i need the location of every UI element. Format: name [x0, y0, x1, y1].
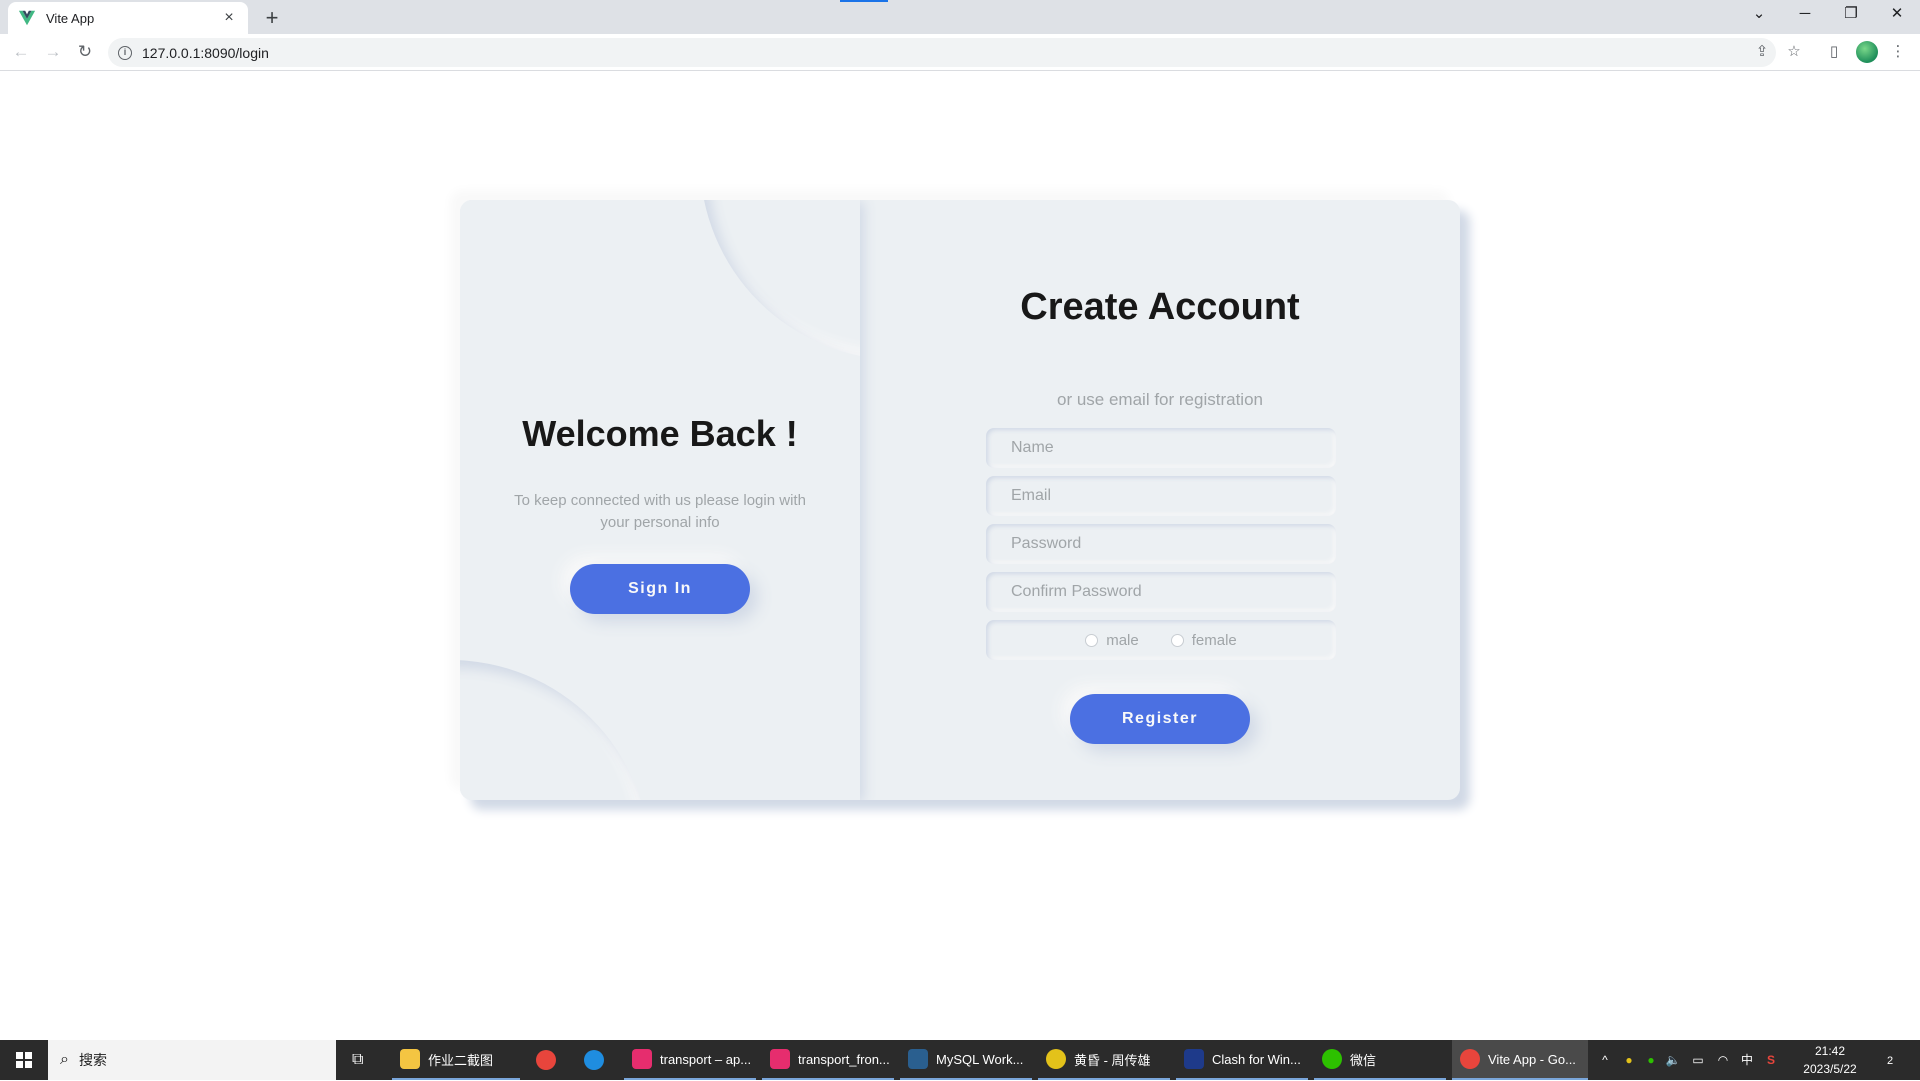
register-form: Create Account or use email for registra… [860, 200, 1460, 800]
form-subtitle: or use email for registration [1057, 390, 1263, 409]
search-placeholder: 搜索 [78, 1052, 107, 1068]
back-button[interactable]: ← [8, 39, 34, 65]
clock-date: 2023/5/22 [1803, 1062, 1857, 1076]
chrome-icon [536, 1050, 556, 1070]
browser-tab[interactable]: Vite App × [8, 2, 248, 34]
taskbar-search[interactable]: ⌕ 搜索 [48, 1040, 336, 1080]
taskbar-app-label: 作业二截图 [428, 1052, 494, 1068]
tray-music-icon[interactable]: ● [1618, 1040, 1640, 1080]
taskbar-app-label: MySQL Work... [936, 1051, 1024, 1067]
sign-in-button[interactable]: Sign In [570, 564, 750, 614]
tab-title: Vite App [46, 10, 95, 26]
windows-icon [16, 1052, 32, 1068]
browser-tab-bar: Vite App × + ⌄ ─ ❐ ✕ [0, 0, 1920, 34]
taskbar-app-label: transport_fron... [798, 1051, 890, 1067]
notification-count: 2 [1886, 1055, 1894, 1067]
mysql-workbench-icon [908, 1049, 928, 1069]
tray-wechat-icon[interactable]: ● [1640, 1040, 1662, 1080]
sogou-ime-icon[interactable]: S [1760, 1040, 1782, 1080]
taskbar-app-wechat[interactable]: 微信 [1314, 1040, 1446, 1080]
taskbar-app-clash[interactable]: Clash for Win... [1176, 1040, 1308, 1080]
register-button[interactable]: Register [1070, 694, 1250, 744]
clock-time: 21:42 [1814, 1044, 1846, 1058]
vite-icon [18, 10, 36, 26]
gender-option-male[interactable]: male [1085, 632, 1139, 649]
ime-indicator[interactable]: 中 [1736, 1040, 1758, 1080]
new-tab-button[interactable]: + [258, 4, 286, 32]
intellij-icon [632, 1049, 652, 1069]
taskbar-app-vite-chrome[interactable]: Vite App - Go... [1452, 1040, 1588, 1080]
taskbar-app-label: 黄昏 - 周传雄 [1074, 1052, 1151, 1068]
site-info-icon[interactable]: i [118, 45, 132, 60]
taskbar: ⌕ 搜索 ⧉ 作业二截图 transport – ap... transport… [0, 1040, 1920, 1080]
notification-center-icon[interactable]: 2 [1868, 1040, 1912, 1080]
gender-option-female[interactable]: female [1170, 631, 1237, 649]
taskbar-app-label: Clash for Win... [1212, 1051, 1301, 1067]
email-input[interactable] [986, 476, 1336, 516]
bookmark-star-icon[interactable]: ☆ [1784, 42, 1804, 62]
taskbar-app-label: Vite App - Go... [1488, 1051, 1576, 1067]
search-icon: ⌕ [60, 1051, 69, 1068]
male-radio[interactable] [1085, 633, 1099, 647]
edge-icon [584, 1050, 604, 1070]
taskbar-app-edge[interactable] [576, 1040, 616, 1080]
minimize-button[interactable]: ─ [1782, 0, 1828, 30]
confirm-password-input[interactable] [986, 572, 1336, 612]
profile-avatar[interactable] [1856, 41, 1878, 63]
taskbar-app-label: 微信 [1350, 1052, 1377, 1068]
taskbar-app-label: transport – ap... [660, 1051, 752, 1067]
welcome-title: Welcome Back ! [522, 413, 798, 454]
name-input[interactable] [986, 428, 1336, 468]
password-input[interactable] [986, 524, 1336, 564]
female-radio[interactable] [1170, 633, 1184, 647]
gender-selector: male female [986, 620, 1336, 660]
battery-icon[interactable]: ▭ [1686, 1040, 1710, 1080]
form-title: Create Account [1020, 286, 1300, 328]
forward-button[interactable]: → [40, 39, 66, 65]
auth-card: Welcome Back ! To keep connected with us… [460, 200, 1460, 800]
address-bar[interactable]: i 127.0.0.1:8090/login [108, 38, 1776, 67]
decorative-circle-top [700, 200, 860, 360]
close-window-button[interactable]: ✕ [1874, 0, 1920, 30]
browser-toolbar: ← → ↻ i 127.0.0.1:8090/login ⇪ ☆ ▯ ⋮ [0, 34, 1920, 71]
chrome-icon [1460, 1049, 1480, 1069]
tab-search-icon[interactable]: ⌄ [1736, 0, 1782, 30]
start-button[interactable] [0, 1040, 48, 1080]
reload-button[interactable]: ↻ [72, 39, 98, 65]
taskbar-app-explorer[interactable]: 作业二截图 [392, 1040, 520, 1080]
female-label: female [1191, 631, 1237, 649]
decorative-circle-bottom [460, 660, 650, 800]
task-view-icon[interactable]: ⧉ [344, 1040, 376, 1080]
music-player-icon [1046, 1049, 1066, 1069]
tab-close-icon[interactable]: × [220, 9, 238, 27]
volume-icon[interactable]: 🔈 [1662, 1040, 1684, 1080]
system-clock[interactable]: 21:42 2023/5/22 [1792, 1042, 1868, 1078]
male-label: male [1106, 631, 1139, 649]
restore-button[interactable]: ❐ [1828, 0, 1874, 30]
url-text: 127.0.0.1:8090/login [142, 44, 269, 61]
folder-icon [400, 1049, 420, 1069]
welcome-panel: Welcome Back ! To keep connected with us… [460, 200, 860, 800]
wechat-icon [1322, 1049, 1342, 1069]
taskbar-app-mysql[interactable]: MySQL Work... [900, 1040, 1032, 1080]
network-icon[interactable]: ◠ [1712, 1040, 1734, 1080]
taskbar-app-music[interactable]: 黄昏 - 周传雄 [1038, 1040, 1170, 1080]
browser-menu-icon[interactable]: ⋮ [1888, 42, 1908, 62]
welcome-description: To keep connected with us please login w… [514, 492, 806, 531]
loading-indicator [840, 0, 888, 2]
clash-icon [1184, 1049, 1204, 1069]
intellij-icon [770, 1049, 790, 1069]
tray-overflow-icon[interactable]: ^ [1594, 1040, 1616, 1080]
taskbar-app-intellij-1[interactable]: transport – ap... [624, 1040, 756, 1080]
side-panel-icon[interactable]: ▯ [1824, 42, 1844, 62]
taskbar-app-intellij-2[interactable]: transport_fron... [762, 1040, 894, 1080]
taskbar-app-chrome[interactable] [528, 1040, 568, 1080]
share-icon[interactable]: ⇪ [1752, 42, 1772, 62]
